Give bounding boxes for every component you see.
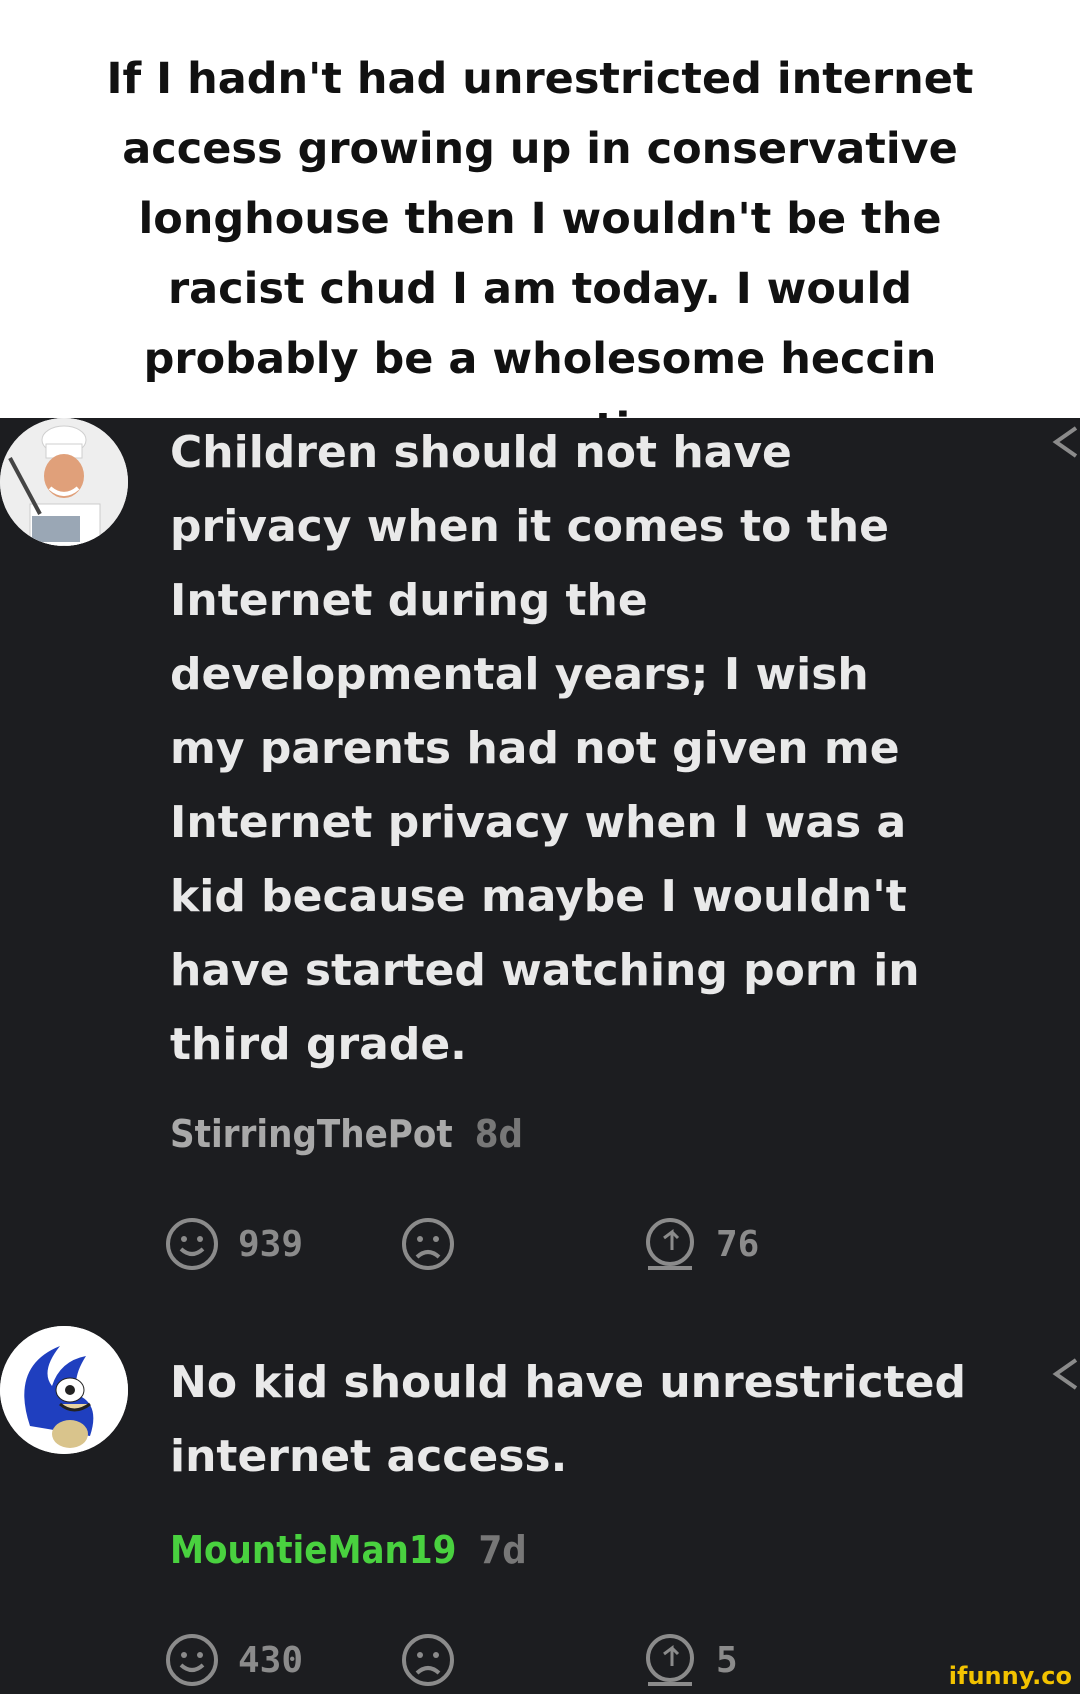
reply-button[interactable]: 5	[642, 1632, 738, 1688]
sonic-avatar-icon	[0, 1326, 128, 1454]
comments-panel: Children should not have privacy when it…	[0, 418, 1080, 1694]
watermark: ifunny.co	[948, 1662, 1072, 1690]
comment-meta: StirringThePot 8d	[170, 1112, 523, 1156]
avatar[interactable]	[0, 1326, 128, 1454]
caption-text: If I hadn't had unrestricted internet ac…	[0, 0, 1080, 454]
comment-text: Children should not have privacy when it…	[170, 427, 920, 1070]
frown-icon	[402, 1218, 454, 1270]
reply-icon	[646, 1634, 694, 1686]
smile-count: 939	[238, 1223, 304, 1265]
reply-count: 76	[716, 1223, 760, 1265]
smile-icon	[166, 1218, 218, 1270]
smile-count: 430	[238, 1639, 304, 1681]
reply-count: 5	[716, 1639, 738, 1681]
chef-avatar-icon	[0, 418, 128, 546]
timestamp: 8d	[474, 1112, 523, 1156]
reply-icon	[646, 1218, 694, 1270]
unsmile-button[interactable]	[400, 1216, 474, 1272]
timestamp: 7d	[478, 1528, 527, 1572]
share-icon[interactable]	[1046, 422, 1080, 462]
unsmile-button[interactable]	[400, 1632, 474, 1688]
smile-button[interactable]: 430	[164, 1632, 303, 1688]
reply-button[interactable]: 76	[642, 1216, 759, 1272]
comment-text: No kid should have unrestricted internet…	[170, 1357, 966, 1482]
username[interactable]: MountieMan19	[170, 1528, 456, 1572]
comment-actions: 430 5	[164, 1632, 764, 1692]
frown-icon	[402, 1634, 454, 1686]
username[interactable]: StirringThePot	[170, 1112, 453, 1156]
smile-icon	[166, 1634, 218, 1686]
comment-meta: MountieMan19 7d	[170, 1528, 527, 1572]
smile-button[interactable]: 939	[164, 1216, 303, 1272]
avatar[interactable]	[0, 418, 128, 546]
share-icon[interactable]	[1046, 1354, 1080, 1394]
comment-actions: 939 76	[164, 1216, 764, 1276]
